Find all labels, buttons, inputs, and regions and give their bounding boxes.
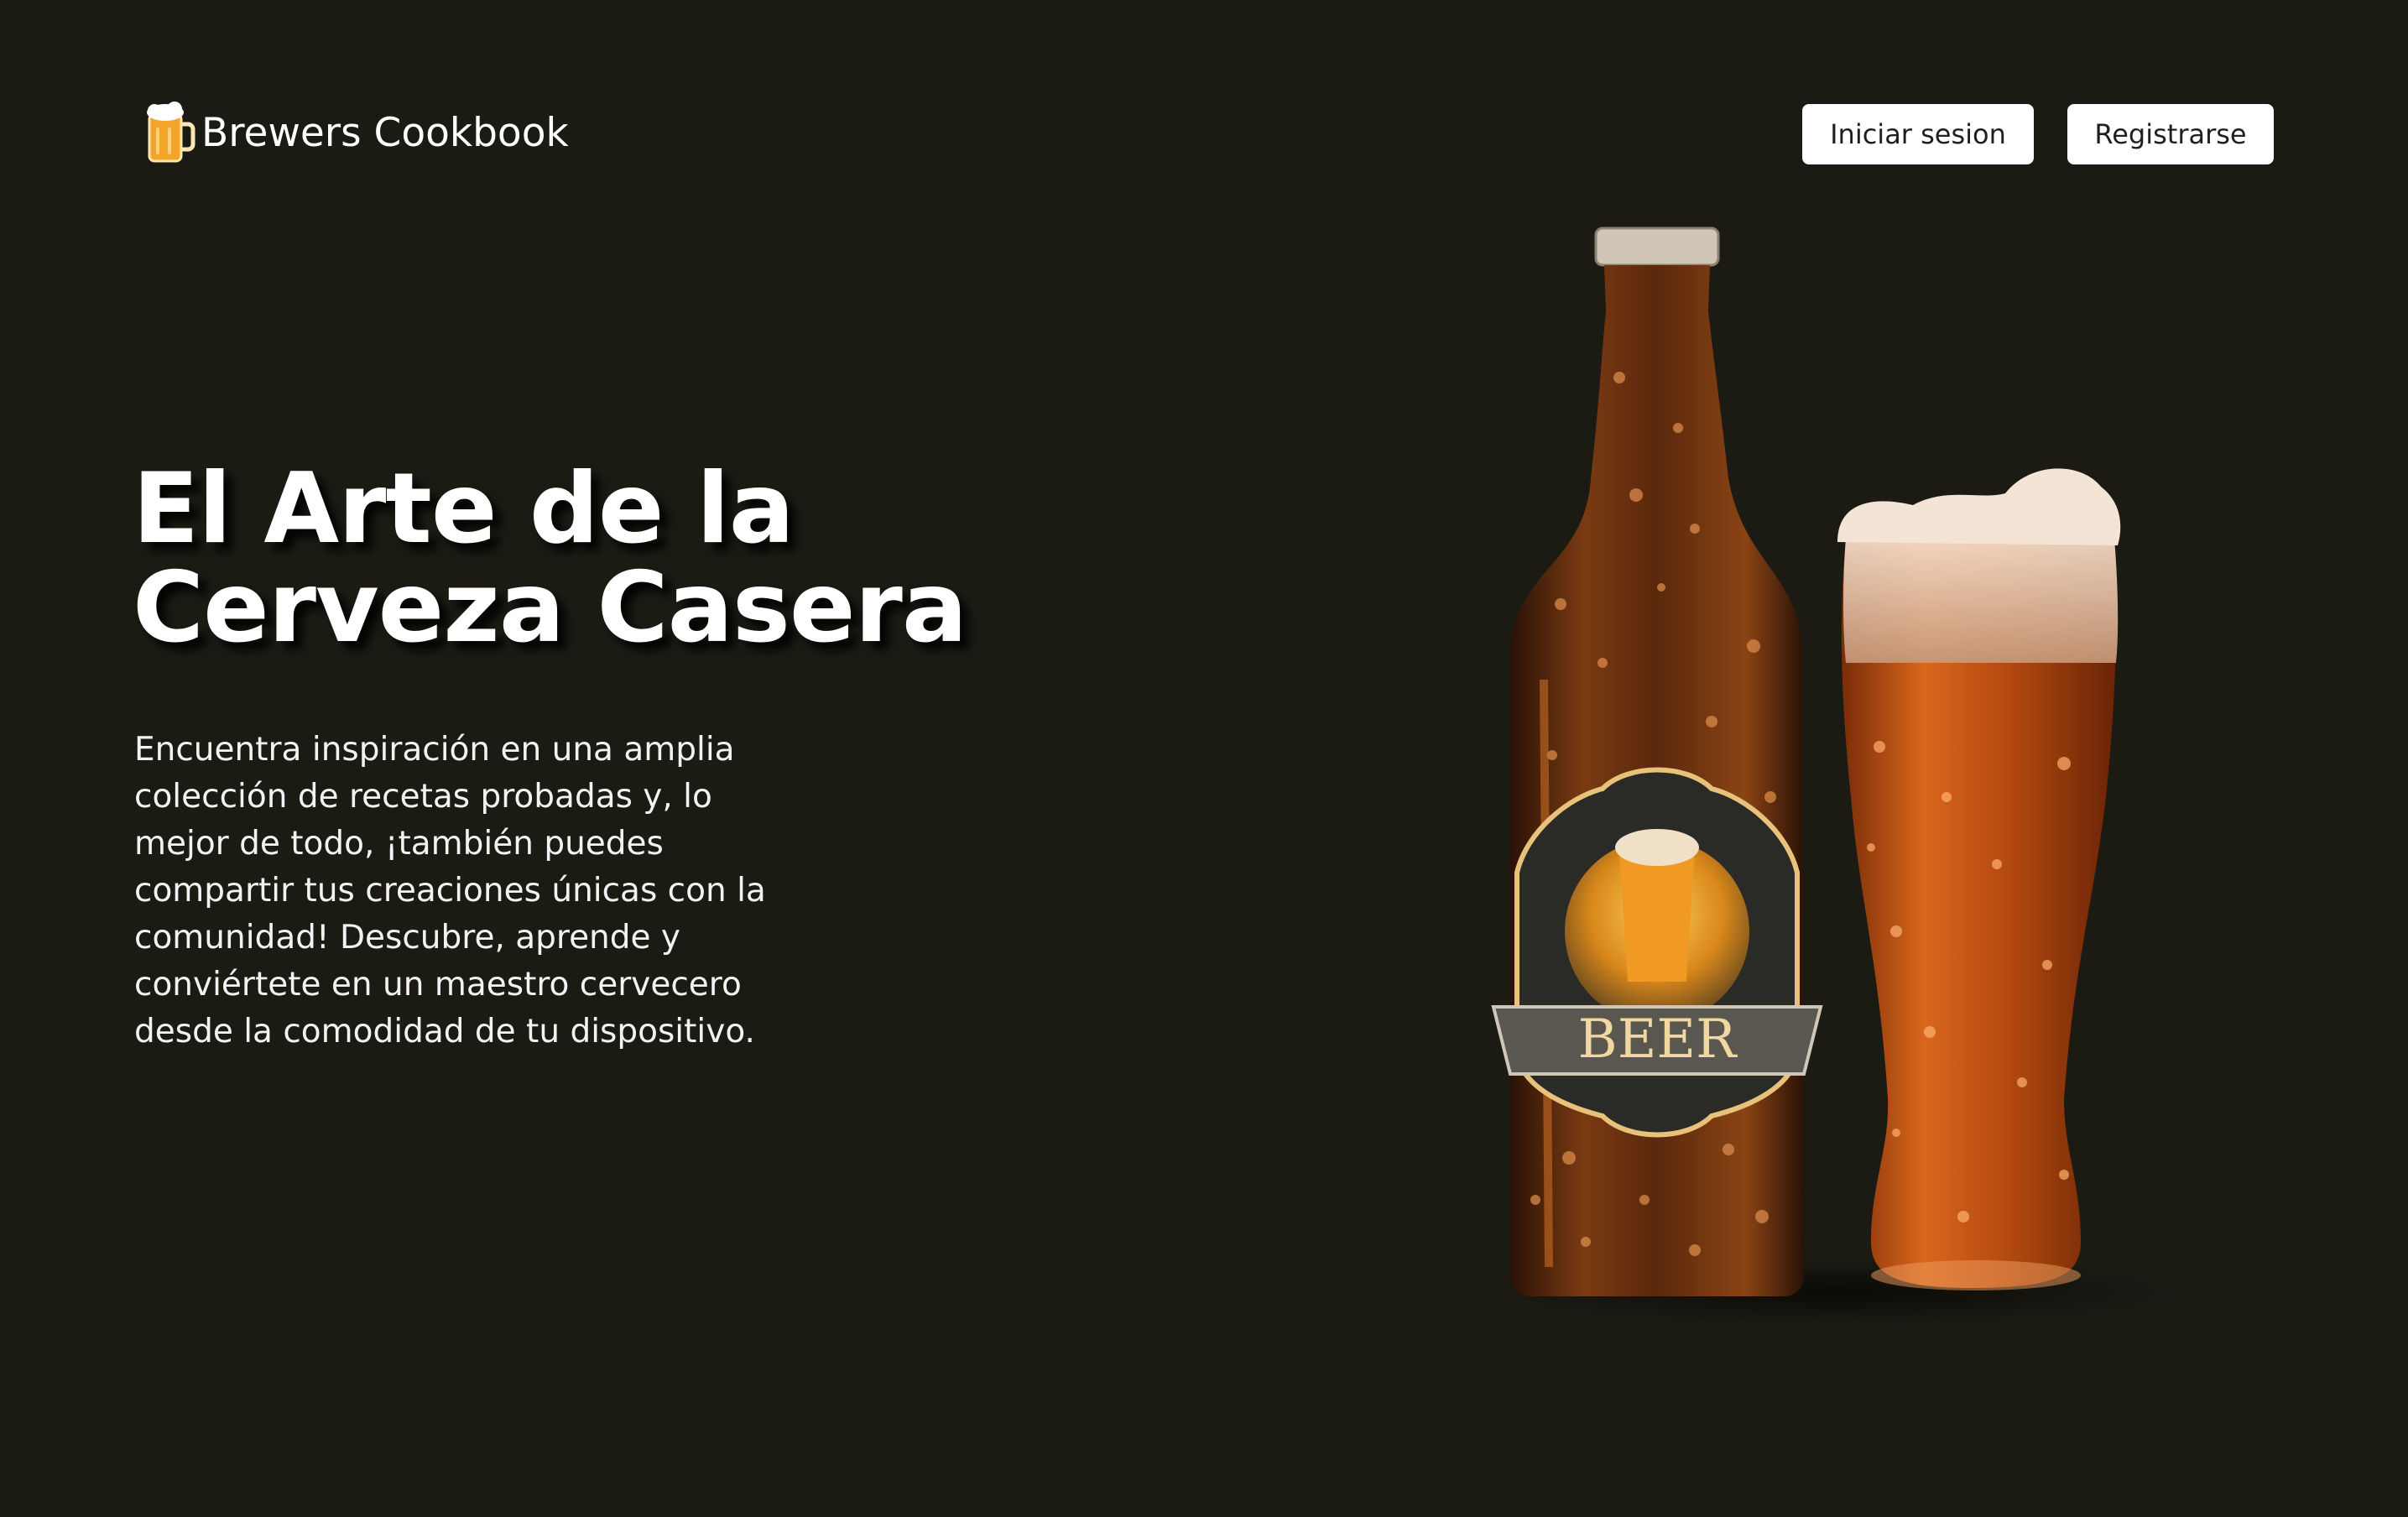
beer-glass — [1837, 468, 2121, 1290]
hero-title: El Arte de la Cerveza Casera — [133, 460, 1055, 658]
login-button[interactable]: Iniciar sesion — [1802, 104, 2034, 164]
bottle-label-text: BEER — [1578, 1009, 1738, 1071]
register-button[interactable]: Registrarse — [2067, 104, 2274, 164]
hero-title-line-1: El Arte de la — [133, 452, 795, 566]
landing-page: Brewers Cookbook Iniciar sesion Registra… — [0, 0, 2408, 1517]
hero-description: Encuentra inspiración en una amplia cole… — [134, 731, 766, 1050]
beer-mug-icon — [143, 99, 196, 166]
brand-logo-link[interactable]: Brewers Cookbook — [143, 99, 569, 166]
brand-name: Brewers Cookbook — [201, 109, 569, 156]
hero-title-line-2: Cerveza Casera — [133, 551, 967, 665]
beer-bottle-and-glass-image: BEER — [1477, 210, 2232, 1384]
beer-bottle: BEER — [1491, 227, 1823, 1296]
